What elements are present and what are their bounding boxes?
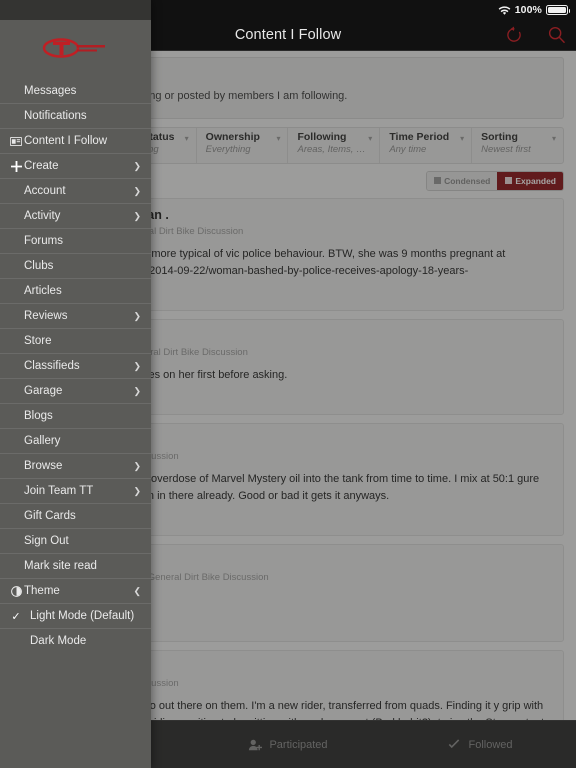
- sidebar-item-messages[interactable]: Messages: [0, 78, 151, 103]
- site-logo[interactable]: [0, 20, 151, 78]
- chevron-down-icon: ❯: [133, 160, 141, 171]
- sidebar-item-create[interactable]: Create ❯: [0, 153, 151, 178]
- search-icon[interactable]: [546, 25, 566, 45]
- sidebar-item-label: Browse: [24, 460, 63, 472]
- sidebar-item-label: Messages: [24, 84, 77, 97]
- theme-option-label: Light Mode (Default): [30, 610, 135, 622]
- chevron-down-icon: ❯: [133, 210, 141, 221]
- drawer-status-spacer: [0, 0, 151, 20]
- theme-option-dark-mode[interactable]: Dark Mode: [0, 628, 151, 653]
- chevron-down-icon: ❯: [133, 460, 141, 471]
- sidebar-item-label: Classifieds: [24, 360, 80, 372]
- sidebar-item-gift-cards[interactable]: Gift Cards: [0, 503, 151, 528]
- sidebar-item-label: Account: [24, 185, 66, 197]
- plus-icon: [8, 160, 24, 172]
- sidebar-item-label: Activity: [24, 210, 61, 222]
- sidebar-item-clubs[interactable]: Clubs: [0, 253, 151, 278]
- sidebar-item-label: Garage: [24, 385, 63, 397]
- chevron-down-icon: ❯: [133, 185, 141, 196]
- sidebar-item-garage[interactable]: Garage ❯: [0, 378, 151, 403]
- sidebar-item-label: Store: [24, 335, 52, 347]
- sidebar-item-account[interactable]: Account ❯: [0, 178, 151, 203]
- theme-option-light-mode[interactable]: ✓ Light Mode (Default): [0, 603, 151, 628]
- contrast-icon: [8, 585, 24, 597]
- sidebar-item-label: Theme: [24, 585, 60, 597]
- sidebar-item-label: Content I Follow: [24, 135, 108, 147]
- check-icon: ✓: [11, 610, 21, 623]
- sidebar-item-label: Join Team TT: [24, 485, 94, 497]
- sidebar-item-join-team-tt[interactable]: Join Team TT ❯: [0, 478, 151, 503]
- sidebar-item-label: Gift Cards: [24, 510, 76, 522]
- sidebar-item-classifieds[interactable]: Classifieds ❯: [0, 353, 151, 378]
- newspaper-icon: [8, 136, 24, 146]
- sidebar-menu: Messages Notifications Content I Follow …: [0, 78, 151, 665]
- sidebar-item-sign-out[interactable]: Sign Out: [0, 528, 151, 553]
- refresh-icon[interactable]: [504, 25, 524, 45]
- chevron-up-icon: ❮: [133, 585, 141, 596]
- chevron-down-icon: ❯: [133, 310, 141, 321]
- sidebar-item-gallery[interactable]: Gallery: [0, 428, 151, 453]
- sidebar-item-label: Forums: [24, 235, 63, 247]
- sidebar-item-notifications[interactable]: Notifications: [0, 103, 151, 128]
- sidebar-item-activity[interactable]: Activity ❯: [0, 203, 151, 228]
- sidebar-item-forums[interactable]: Forums: [0, 228, 151, 253]
- chevron-down-icon: ❯: [133, 385, 141, 396]
- sidebar-item-label: Sign Out: [24, 535, 69, 547]
- team-tt-logo-icon: [38, 36, 114, 62]
- sidebar-item-label: Mark site read: [24, 560, 97, 572]
- sidebar-item-label: Articles: [24, 285, 62, 297]
- sidebar-item-label: Clubs: [24, 260, 54, 272]
- theme-option-label: Dark Mode: [30, 635, 87, 647]
- sidebar-item-label: Gallery: [24, 435, 61, 447]
- sidebar-item-browse[interactable]: Browse ❯: [0, 453, 151, 478]
- sidebar-item-mark-site-read[interactable]: Mark site read: [0, 553, 151, 578]
- sidebar-item-blogs[interactable]: Blogs: [0, 403, 151, 428]
- sidebar-item-label: Blogs: [24, 410, 53, 422]
- app-root: am following, I am following or posted b…: [0, 0, 576, 768]
- chevron-down-icon: ❯: [133, 360, 141, 371]
- sidebar-drawer: Messages Notifications Content I Follow …: [0, 0, 151, 768]
- sidebar-item-label: Create: [24, 160, 59, 172]
- sidebar-item-content-i-follow[interactable]: Content I Follow: [0, 128, 151, 153]
- sidebar-item-articles[interactable]: Articles: [0, 278, 151, 303]
- sidebar-item-store[interactable]: Store: [0, 328, 151, 353]
- sidebar-item-label: Notifications: [24, 110, 87, 122]
- chevron-down-icon: ❯: [133, 485, 141, 496]
- sidebar-item-label: Reviews: [24, 310, 68, 322]
- sidebar-item-theme[interactable]: Theme ❮: [0, 578, 151, 603]
- sidebar-item-reviews[interactable]: Reviews ❯: [0, 303, 151, 328]
